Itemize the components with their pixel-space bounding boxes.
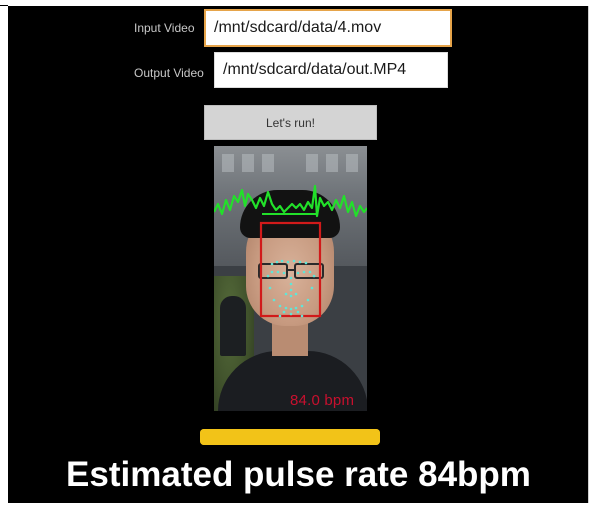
analysis-overlay <box>214 184 367 318</box>
face-detection-box <box>259 221 322 318</box>
video-preview: 84.0 bpm <box>214 146 367 411</box>
output-video-field[interactable]: /mnt/sdcard/data/out.MP4 <box>214 52 448 88</box>
input-video-field[interactable]: /mnt/sdcard/data/4.mov <box>204 9 452 47</box>
landmark-point <box>289 294 293 298</box>
landmark-point <box>300 314 304 318</box>
pulse-waveform <box>214 184 367 218</box>
landmark-point <box>289 312 293 316</box>
landmark-point <box>294 292 298 296</box>
input-video-label: Input Video <box>134 21 195 35</box>
output-video-value: /mnt/sdcard/data/out.MP4 <box>223 61 407 78</box>
bpm-readout: 84.0 bpm <box>290 392 355 409</box>
run-button[interactable]: Let's run! <box>204 105 377 140</box>
landmark-point <box>289 288 293 292</box>
landmark-point <box>270 270 274 274</box>
landmark-point <box>289 276 293 280</box>
landmark-point <box>296 310 300 314</box>
frame-right-border <box>588 6 589 503</box>
output-video-label: Output Video <box>134 66 204 80</box>
landmark-point <box>276 270 280 274</box>
landmark-point <box>296 271 300 275</box>
run-button-label: Let's run! <box>266 115 315 130</box>
landmark-point <box>284 292 288 296</box>
landmark-point <box>272 298 276 302</box>
landmark-point <box>289 307 293 311</box>
landmark-point <box>270 262 274 266</box>
landmark-point <box>289 282 293 286</box>
landmark-point <box>302 270 306 274</box>
progress-bar <box>200 429 380 445</box>
frame-top-line <box>0 5 8 6</box>
landmark-point <box>278 304 282 308</box>
landmark-point <box>298 260 302 264</box>
landmark-point <box>266 274 270 278</box>
landmark-point <box>304 261 308 265</box>
app-screen: Input Video /mnt/sdcard/data/4.mov Outpu… <box>8 6 589 503</box>
landmark-point <box>306 298 310 302</box>
progress-fill <box>200 429 380 445</box>
landmark-point <box>312 274 316 278</box>
landmark-point <box>275 260 279 264</box>
landmark-point <box>282 310 286 314</box>
landmark-point <box>300 304 304 308</box>
landmark-point <box>286 260 290 264</box>
landmark-point <box>280 259 284 263</box>
result-caption: Estimated pulse rate 84bpm <box>66 455 531 494</box>
landmark-point <box>292 259 296 263</box>
landmark-point <box>308 270 312 274</box>
input-video-value: /mnt/sdcard/data/4.mov <box>214 19 382 36</box>
landmark-point <box>282 271 286 275</box>
landmark-point <box>278 314 282 318</box>
landmark-point <box>268 286 272 290</box>
landmark-point <box>284 306 288 310</box>
landmark-point <box>310 286 314 290</box>
facial-landmarks <box>266 259 316 318</box>
landmark-point <box>294 306 298 310</box>
